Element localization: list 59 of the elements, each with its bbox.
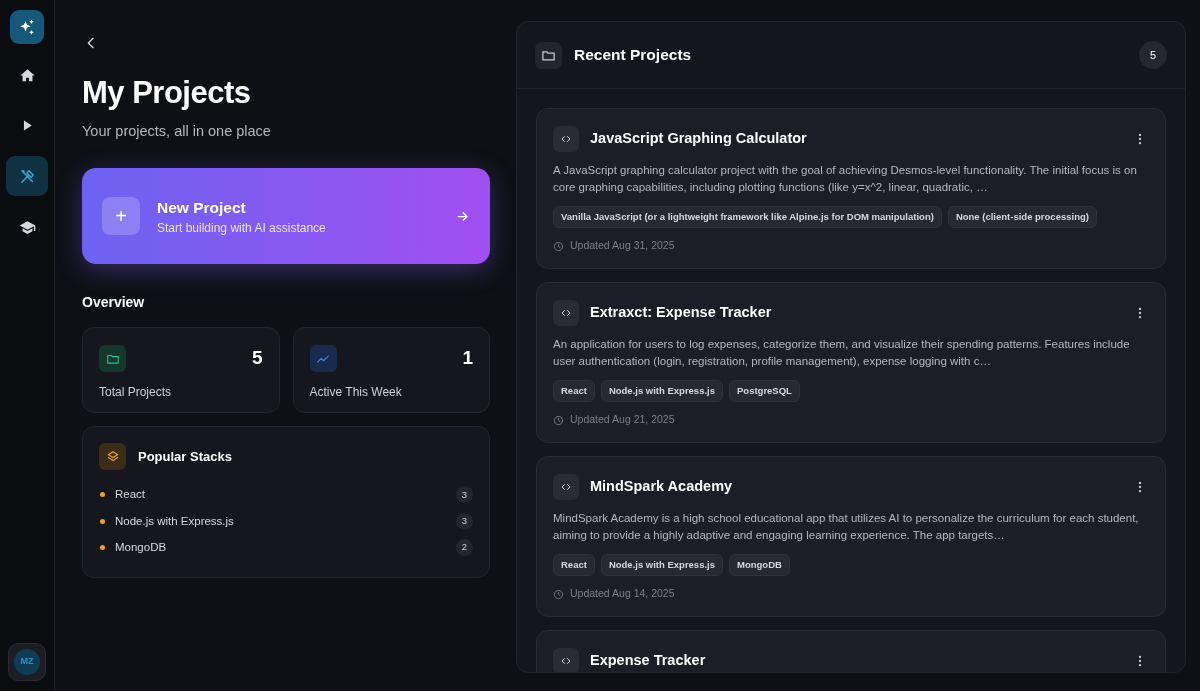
stack-name: React (115, 487, 146, 503)
bullet-dot (100, 518, 105, 524)
home-icon (18, 66, 36, 84)
bullet-dot (100, 544, 105, 550)
stack-name: MongoDB (115, 539, 167, 555)
stat-value: 1 (462, 346, 473, 371)
project-title[interactable]: Expense Tracker (590, 650, 706, 672)
folder-icon (535, 41, 562, 69)
plus-icon: + (102, 197, 140, 236)
page-subtitle: Your projects, all in one place (82, 121, 272, 141)
code-icon (553, 300, 579, 326)
updated-date: Updated Aug 14, 2025 (570, 586, 675, 602)
graduation-cap-icon (18, 218, 36, 236)
layers-icon (99, 443, 126, 471)
project-description: An application for users to log expenses, categorize them, and visualize their spending patterns. Features include user authentication (login, registration, profile management), expense logging with c… (553, 337, 1131, 369)
count-badge: 2 (456, 538, 473, 556)
stack-name: Node.js with Express.js (115, 513, 234, 529)
tech-tag: Node.js with Express.js (600, 380, 723, 403)
new-project-button[interactable]: + New Project Start building with AI assistance (82, 168, 490, 265)
tech-tag: React (553, 380, 595, 403)
code-icon (553, 474, 579, 500)
panel-title: Recent Projects (574, 45, 692, 66)
project-card[interactable] (536, 456, 1166, 617)
tech-tag: Vanilla JavaScript (or a lightweight framework like Alpine.js for DOM manipulation) (553, 206, 942, 229)
sparkles-icon (18, 18, 36, 36)
clock-icon (553, 588, 564, 600)
project-description: A JavaScript graphing calculator project with the goal of achieving Desmos-level functionality. The initial focus is on core graphing capabilities, including plotting functions (like y=x^2, linear, quadratic, … (553, 163, 1138, 195)
project-title[interactable]: JavaScript Graphing Calculator (590, 128, 807, 150)
count-badge: 3 (456, 486, 473, 504)
count-badge: 5 (1139, 41, 1167, 69)
project-title[interactable]: Extraxct: Expense Tracker (590, 302, 772, 324)
tech-tag: Node.js with Express.js (600, 554, 723, 577)
stat-icon (99, 345, 126, 372)
clock-icon (553, 240, 564, 252)
stacks-title: Popular Stacks (138, 448, 232, 466)
code-icon (553, 126, 579, 152)
bullet-dot (100, 492, 105, 498)
page-title: My Projects (82, 74, 252, 112)
tech-tag: None (client-side processing) (947, 206, 1097, 229)
clock-icon (553, 414, 564, 426)
tools-icon (18, 167, 36, 185)
stat-label: Active This Week (309, 383, 403, 401)
new-project-subtitle: Start building with AI assistance (157, 219, 326, 237)
project-description: MindSpark Academy is a high school educational app that utilizes AI to personalize the curriculum for each student, aiming to provide a highly adaptive and engaging learning experience. The app targets… (553, 511, 1140, 543)
updated-date: Updated Aug 21, 2025 (570, 412, 675, 428)
updated-date: Updated Aug 31, 2025 (570, 238, 675, 254)
project-title[interactable]: MindSpark Academy (590, 476, 733, 498)
tech-tag: React (553, 554, 595, 577)
stat-label: Total Projects (99, 383, 173, 401)
project-card[interactable]: Expense Tracker (536, 630, 1166, 672)
section-heading: Overview (82, 293, 146, 313)
project-card[interactable] (536, 282, 1166, 443)
stat-icon (309, 345, 337, 372)
tech-tag: PostgreSQL (729, 380, 800, 403)
new-project-title: New Project (157, 197, 247, 218)
tech-tag: MongoDB (729, 554, 790, 577)
count-badge: 3 (456, 512, 473, 530)
stat-value: 5 (251, 346, 263, 371)
project-card[interactable] (536, 108, 1166, 269)
